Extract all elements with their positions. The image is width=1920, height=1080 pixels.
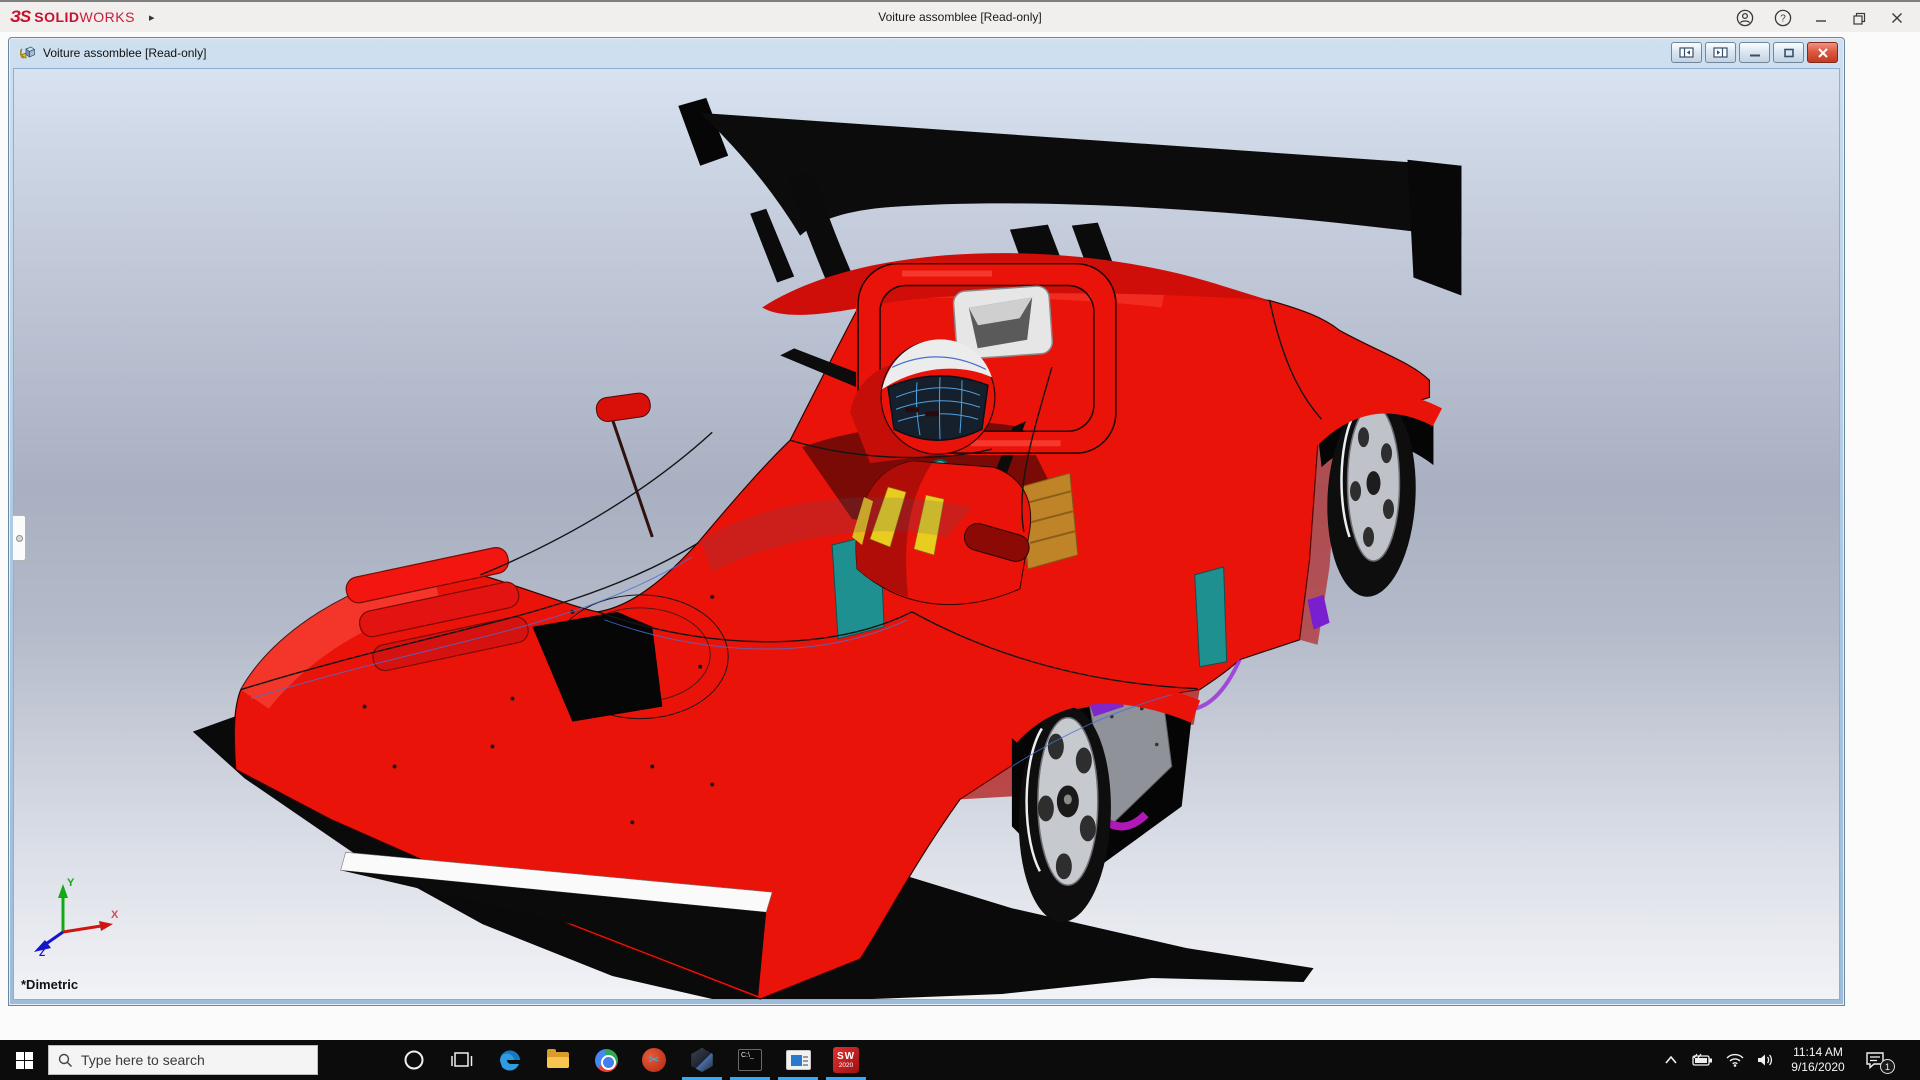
taskbar-search-box[interactable] — [48, 1045, 318, 1075]
close-button[interactable] — [1882, 5, 1912, 31]
svg-text:Z: Z — [39, 948, 45, 958]
file-explorer-icon — [547, 1052, 569, 1068]
battery-icon[interactable] — [1691, 1053, 1713, 1067]
cortana-icon — [403, 1049, 425, 1071]
taskbar-item-display-app[interactable] — [774, 1040, 822, 1080]
volume-icon[interactable] — [1757, 1053, 1774, 1067]
svg-text:X: X — [111, 909, 119, 921]
app-titlebar: ЗS SOLIDWORKS ▸ Voiture assomblee [Read-… — [0, 0, 1920, 32]
tray-date: 9/16/2020 — [1787, 1060, 1849, 1075]
wifi-icon[interactable] — [1726, 1053, 1744, 1067]
helmet-visor — [888, 376, 988, 440]
svg-text:Y: Y — [67, 877, 75, 889]
document-window: Voiture assomblee [Read-only] — [8, 37, 1845, 1006]
dassault-3ds-logo-icon: ЗS — [10, 7, 30, 27]
search-icon — [58, 1053, 73, 1068]
graphics-viewport[interactable]: Y X Z *Dimetric — [13, 68, 1840, 1000]
taskbar-item-cortana[interactable] — [390, 1040, 438, 1080]
start-button[interactable] — [0, 1040, 48, 1080]
pane-toggle-right-button[interactable] — [1705, 42, 1736, 63]
search-input[interactable] — [81, 1052, 291, 1068]
hexagon-app-icon — [690, 1048, 714, 1072]
assembly-icon — [19, 45, 36, 61]
taskbar-item-edge[interactable] — [486, 1040, 534, 1080]
solidworks-screen: ЗS SOLIDWORKS ▸ Voiture assomblee [Read-… — [0, 0, 1920, 1080]
help-icon[interactable]: ? — [1768, 5, 1798, 31]
taskbar-item-task-view[interactable] — [438, 1040, 486, 1080]
blue-window-app-icon — [786, 1050, 811, 1070]
app-title: Voiture assomblee [Read-only] — [0, 10, 1920, 24]
orientation-triad[interactable]: Y X Z — [29, 874, 121, 958]
pane-toggle-left-button[interactable] — [1671, 42, 1702, 63]
command-prompt-icon: C:\_ — [738, 1049, 762, 1071]
task-view-icon — [451, 1050, 473, 1070]
solidworks-2020-icon: SW2020 — [833, 1047, 859, 1073]
doc-close-button[interactable] — [1807, 42, 1838, 63]
taskbar-item-file-explorer[interactable] — [534, 1040, 582, 1080]
taskbar-item-solidworks-2020[interactable]: SW2020 — [822, 1040, 870, 1080]
document-titlebar[interactable]: Voiture assomblee [Read-only] — [9, 38, 1844, 68]
menu-flyout-arrow-icon[interactable]: ▸ — [149, 11, 155, 24]
capture-tool-icon: ✂ — [642, 1048, 666, 1072]
restore-button[interactable] — [1844, 5, 1874, 31]
windows-logo-icon — [16, 1052, 33, 1069]
tray-chevron-icon[interactable] — [1664, 1055, 1678, 1065]
account-icon[interactable] — [1730, 5, 1760, 31]
tray-time: 11:14 AM — [1787, 1045, 1849, 1060]
action-center-button[interactable]: 1 — [1862, 1048, 1888, 1072]
solidworks-logo[interactable]: ЗS SOLIDWORKS — [10, 7, 135, 27]
taskbar-item-chrome[interactable] — [582, 1040, 630, 1080]
solidworks-wordmark: SOLIDWORKS — [34, 9, 135, 25]
doc-minimize-button[interactable] — [1739, 42, 1770, 63]
doc-restore-button[interactable] — [1773, 42, 1804, 63]
pane-tab-dot-icon — [16, 535, 23, 542]
svg-text:?: ? — [1780, 14, 1786, 25]
windows-taskbar: ✂ C:\_ SW2020 — [0, 1040, 1920, 1080]
document-title: Voiture assomblee [Read-only] — [43, 46, 206, 60]
taskbar-item-command-prompt[interactable]: C:\_ — [726, 1040, 774, 1080]
chrome-icon — [595, 1049, 618, 1072]
car-3d-model[interactable] — [13, 68, 1840, 1000]
car-body[interactable] — [234, 268, 1429, 999]
view-orientation-label: *Dimetric — [21, 977, 78, 992]
taskbar-item-edrawings[interactable] — [678, 1040, 726, 1080]
notification-badge: 1 — [1880, 1059, 1895, 1074]
feature-pane-collapse-tab[interactable] — [13, 515, 26, 561]
tray-clock[interactable]: 11:14 AM 9/16/2020 — [1787, 1045, 1849, 1075]
edge-icon — [497, 1047, 523, 1073]
system-tray: 11:14 AM 9/16/2020 1 — [1664, 1040, 1920, 1080]
taskbar-item-capture-tool[interactable]: ✂ — [630, 1040, 678, 1080]
minimize-button[interactable] — [1806, 5, 1836, 31]
